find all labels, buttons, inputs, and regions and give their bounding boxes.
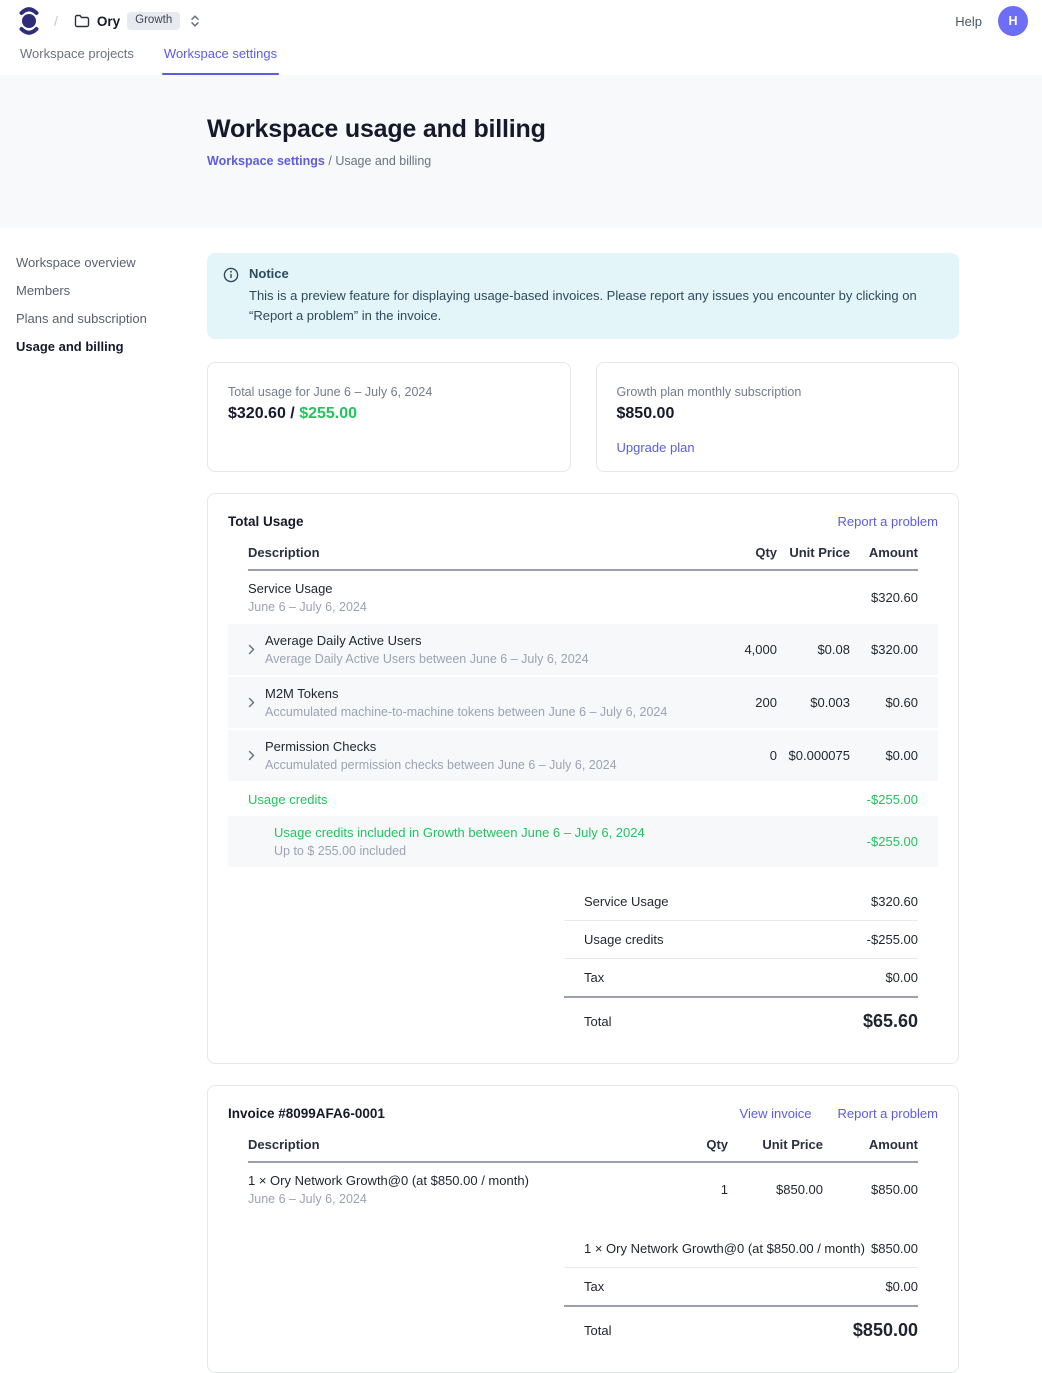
chevron-right-icon[interactable]: [248, 750, 256, 761]
usage-table-header: Description Qty Unit Price Amount: [248, 545, 918, 571]
ory-logo-icon[interactable]: [18, 6, 40, 36]
summary-row: 1 × Ory Network Growth@0 (at $850.00 / m…: [564, 1230, 918, 1268]
invoice-table-header: Description Qty Unit Price Amount: [248, 1137, 918, 1163]
settings-sidebar: Workspace overview Members Plans and sub…: [0, 228, 207, 1373]
table-row[interactable]: M2M Tokens Accumulated machine-to-machin…: [228, 677, 938, 730]
total-usage-value: $320.60 / $255.00: [228, 405, 550, 423]
table-row: Service Usage June 6 – July 6, 2024 $320…: [228, 571, 938, 624]
subscription-amount: $850.00: [617, 405, 939, 423]
preview-notice: Notice This is a preview feature for dis…: [207, 253, 959, 339]
table-row: 1 × Ory Network Growth@0 (at $850.00 / m…: [228, 1163, 938, 1216]
breadcrumb: Workspace settings / Usage and billing: [207, 154, 1042, 168]
summary-total-row: Total $65.60: [564, 998, 918, 1043]
invoice-card: Invoice #8099AFA6-0001 View invoice Repo…: [207, 1085, 959, 1373]
page-title: Workspace usage and billing: [207, 115, 1042, 144]
summary-row: Tax $0.00: [564, 1268, 918, 1307]
subscription-card: Growth plan monthly subscription $850.00…: [596, 362, 960, 472]
help-link[interactable]: Help: [955, 14, 982, 29]
invoice-title: Invoice #8099AFA6-0001: [228, 1106, 385, 1121]
workspace-tabs: Workspace projects Workspace settings: [0, 42, 1042, 75]
notice-title: Notice: [249, 266, 939, 281]
tab-workspace-projects[interactable]: Workspace projects: [18, 42, 136, 75]
chevron-right-icon[interactable]: [248, 697, 256, 708]
table-row[interactable]: Permission Checks Accumulated permission…: [228, 730, 938, 783]
invoice-report-problem-link[interactable]: Report a problem: [838, 1106, 938, 1121]
table-row: Usage credits -$255.00: [228, 783, 938, 816]
usage-summary: Service Usage $320.60 Usage credits -$25…: [564, 883, 918, 1043]
page-header: Workspace usage and billing Workspace se…: [0, 75, 1042, 228]
breadcrumb-sep: /: [328, 154, 331, 168]
chevron-right-icon[interactable]: [248, 644, 256, 655]
breadcrumb-separator: /: [54, 13, 58, 29]
breadcrumb-settings-link[interactable]: Workspace settings: [207, 154, 325, 168]
sidebar-item-workspace-overview[interactable]: Workspace overview: [16, 255, 207, 270]
usage-credit-value: $255.00: [299, 405, 357, 422]
summary-row: Usage credits -$255.00: [564, 921, 918, 959]
summary-row: Tax $0.00: [564, 959, 918, 998]
tab-workspace-settings[interactable]: Workspace settings: [162, 42, 279, 75]
total-usage-label: Total usage for June 6 – July 6, 2024: [228, 385, 550, 399]
user-avatar[interactable]: H: [998, 6, 1028, 36]
summary-row: Service Usage $320.60: [564, 883, 918, 921]
active-tab-underline: [162, 73, 279, 76]
usage-report-problem-link[interactable]: Report a problem: [838, 514, 938, 529]
subscription-label: Growth plan monthly subscription: [617, 385, 939, 399]
sidebar-item-plans-subscription[interactable]: Plans and subscription: [16, 311, 207, 326]
upgrade-plan-link[interactable]: Upgrade plan: [617, 440, 695, 455]
invoice-total-amount: $850.00: [853, 1320, 918, 1341]
usage-total-amount: $65.60: [863, 1011, 918, 1032]
workspace-switcher[interactable]: Ory Growth: [74, 12, 200, 30]
info-icon: [223, 267, 239, 326]
total-usage-card: Total usage for June 6 – July 6, 2024 $3…: [207, 362, 571, 472]
workspace-name: Ory: [97, 14, 120, 29]
view-invoice-link[interactable]: View invoice: [740, 1106, 812, 1121]
sidebar-item-usage-billing[interactable]: Usage and billing: [16, 339, 207, 354]
breadcrumb-current: Usage and billing: [335, 154, 431, 168]
folder-icon: [74, 14, 90, 28]
invoice-summary: 1 × Ory Network Growth@0 (at $850.00 / m…: [564, 1230, 918, 1352]
notice-body: This is a preview feature for displaying…: [249, 286, 939, 326]
usage-card-title: Total Usage: [228, 514, 304, 529]
summary-total-row: Total $850.00: [564, 1307, 918, 1352]
plan-badge: Growth: [127, 12, 180, 30]
total-usage-table-card: Total Usage Report a problem Description…: [207, 493, 959, 1064]
switcher-caret-icon: [190, 14, 200, 28]
sidebar-item-members[interactable]: Members: [16, 283, 207, 298]
top-bar: / Ory Growth Help H: [0, 0, 1042, 42]
table-row: Usage credits included in Growth between…: [228, 816, 938, 869]
table-row[interactable]: Average Daily Active Users Average Daily…: [228, 624, 938, 677]
